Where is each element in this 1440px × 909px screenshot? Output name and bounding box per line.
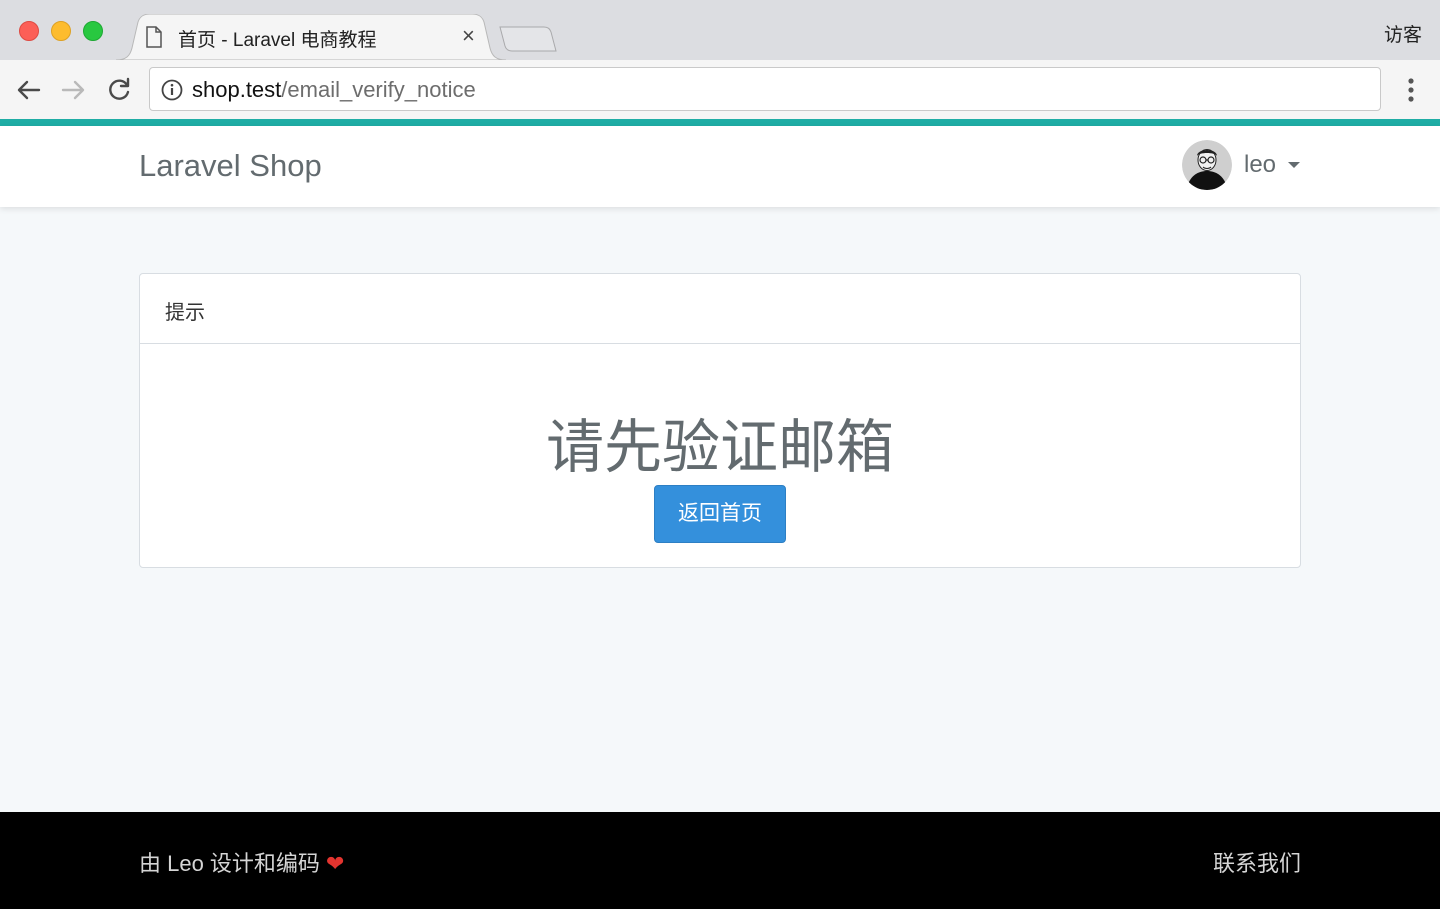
profile-label[interactable]: 访客 [1384,20,1422,47]
card-body: 请先验证邮箱 返回首页 [140,344,1300,567]
minimize-window-button[interactable] [51,21,71,41]
avatar-icon [1182,140,1232,190]
forward-arrow-icon[interactable] [58,75,88,105]
document-icon [146,26,162,48]
menu-dots-icon[interactable] [1398,76,1424,104]
notice-card: 提示 请先验证邮箱 返回首页 [139,273,1301,568]
close-window-button[interactable] [19,21,39,41]
brand-link[interactable]: Laravel Shop [139,148,322,184]
caret-down-icon [1288,162,1300,168]
new-tab-button[interactable] [498,26,558,52]
footer-credit: 由 Leo 设计和编码 ❤ [139,846,344,878]
app-navbar: Laravel Shop leo [0,126,1440,207]
info-icon[interactable] [160,78,184,102]
back-home-button[interactable]: 返回首页 [654,485,786,543]
page-footer: 由 Leo 设计和编码 ❤ 联系我们 [0,812,1440,909]
url-path: /email_verify_notice [281,77,476,102]
accent-bar [0,119,1440,126]
maximize-window-button[interactable] [83,21,103,41]
browser-toolbar: shop.test/email_verify_notice [0,60,1440,120]
url-host: shop.test [192,77,282,102]
footer-credit-text: 由 Leo 设计和编码 [139,851,320,876]
tab-title: 首页 - Laravel 电商教程 [178,30,377,51]
back-arrow-icon[interactable] [14,75,44,105]
tab-close-icon[interactable]: × [462,23,475,49]
address-bar[interactable]: shop.test/email_verify_notice [149,67,1381,111]
browser-tab-active[interactable]: 首页 - Laravel 电商教程 × [116,14,506,60]
verify-email-message: 请先验证邮箱 [545,415,894,480]
address-url[interactable]: shop.test/email_verify_notice [192,77,476,103]
user-name: leo [1244,151,1277,178]
heart-icon: ❤ [325,851,345,876]
reload-icon[interactable] [104,75,134,105]
card-header: 提示 [140,274,1300,344]
contact-us-link[interactable]: 联系我们 [1213,846,1301,878]
card-title: 提示 [165,302,205,324]
browser-titlebar: 首页 - Laravel 电商教程 × 访客 [0,0,1440,60]
